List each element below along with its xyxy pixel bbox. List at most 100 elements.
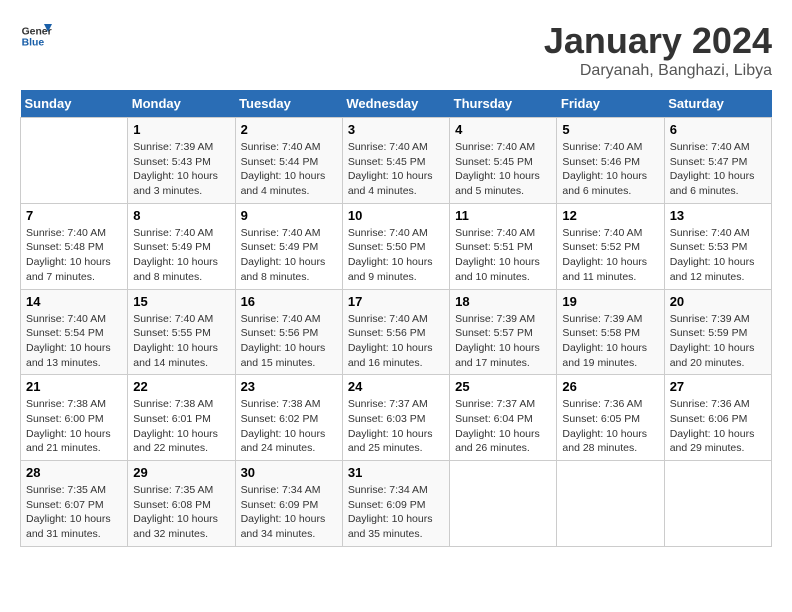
day-number: 22: [133, 379, 229, 394]
calendar-cell: 15Sunrise: 7:40 AM Sunset: 5:55 PM Dayli…: [128, 289, 235, 375]
calendar-cell: 10 Sunrise: 7:40 AM Sunset: 5:50 PM Dayli…: [342, 203, 449, 289]
calendar-body: 1 Sunrise: 7:39 AM Sunset: 5:43 PM Daylig…: [21, 118, 772, 547]
weekday-header: Tuesday: [235, 90, 342, 118]
location: Daryanah, Banghazi, Libya: [544, 62, 772, 80]
day-number: 26: [562, 379, 658, 394]
calendar-week-row: 28 Sunrise: 7:35 AM Sunset: 6:07 PM Dayli…: [21, 461, 772, 547]
title-block: January 2024 Daryanah, Banghazi, Libya: [544, 20, 772, 80]
calendar-cell: 3 Sunrise: 7:40 AM Sunset: 5:45 PM Daylig…: [342, 118, 449, 204]
day-info: Sunrise: 7:36 AM Sunset: 6:05 PM Dayligh…: [562, 397, 658, 456]
logo-icon: General Blue: [20, 20, 52, 52]
day-number: 14: [26, 294, 122, 309]
day-info: Sunrise: 7:35 AM Sunset: 6:07 PM Dayligh…: [26, 483, 122, 542]
calendar-cell: [21, 118, 128, 204]
weekday-header: Saturday: [664, 90, 771, 118]
calendar-week-row: 14 Sunrise: 7:40 AM Sunset: 5:54 PM Dayli…: [21, 289, 772, 375]
day-info: Sunrise: 7:36 AM Sunset: 6:06 PM Dayligh…: [670, 397, 766, 456]
day-info: Sunrise: 7:40 AM Sunset: 5:56 PM Dayligh…: [241, 312, 337, 371]
day-number: 9: [241, 208, 337, 223]
calendar-week-row: 7 Sunrise: 7:40 AM Sunset: 5:48 PM Daylig…: [21, 203, 772, 289]
day-info: Sunrise: 7:40 AM Sunset: 5:47 PM Dayligh…: [670, 140, 766, 199]
day-info: Sunrise: 7:34 AM Sunset: 6:09 PM Dayligh…: [348, 483, 444, 542]
day-number: 2: [241, 122, 337, 137]
calendar-cell: 26 Sunrise: 7:36 AM Sunset: 6:05 PM Dayli…: [557, 375, 664, 461]
day-number: 4: [455, 122, 551, 137]
day-number: 13: [670, 208, 766, 223]
day-number: 19: [562, 294, 658, 309]
day-number: 8: [133, 208, 229, 223]
day-info: Sunrise: 7:40 AM Sunset: 5:45 PM Dayligh…: [348, 140, 444, 199]
calendar-cell: 16 Sunrise: 7:40 AM Sunset: 5:56 PM Dayli…: [235, 289, 342, 375]
day-number: 17: [348, 294, 444, 309]
calendar-cell: 14 Sunrise: 7:40 AM Sunset: 5:54 PM Dayli…: [21, 289, 128, 375]
day-number: 18: [455, 294, 551, 309]
day-info: Sunrise: 7:34 AM Sunset: 6:09 PM Dayligh…: [241, 483, 337, 542]
day-info: Sunrise: 7:39 AM Sunset: 5:43 PM Dayligh…: [133, 140, 229, 199]
day-info: Sunrise: 7:39 AM Sunset: 5:57 PM Dayligh…: [455, 312, 551, 371]
day-info: Sunrise: 7:40 AM Sunset: 5:50 PM Dayligh…: [348, 226, 444, 285]
calendar-week-row: 1 Sunrise: 7:39 AM Sunset: 5:43 PM Daylig…: [21, 118, 772, 204]
calendar-cell: 21Sunrise: 7:38 AM Sunset: 6:00 PM Dayli…: [21, 375, 128, 461]
day-info: Sunrise: 7:40 AM Sunset: 5:48 PM Dayligh…: [26, 226, 122, 285]
day-info: Sunrise: 7:40 AM Sunset: 5:54 PM Dayligh…: [26, 312, 122, 371]
day-number: 25: [455, 379, 551, 394]
calendar-cell: 31 Sunrise: 7:34 AM Sunset: 6:09 PM Dayli…: [342, 461, 449, 547]
calendar-cell: 19 Sunrise: 7:39 AM Sunset: 5:58 PM Dayli…: [557, 289, 664, 375]
day-number: 10: [348, 208, 444, 223]
day-number: 5: [562, 122, 658, 137]
day-number: 15: [133, 294, 229, 309]
day-number: 11: [455, 208, 551, 223]
svg-text:Blue: Blue: [22, 38, 45, 49]
day-number: 6: [670, 122, 766, 137]
calendar-cell: 18 Sunrise: 7:39 AM Sunset: 5:57 PM Dayli…: [450, 289, 557, 375]
day-number: 30: [241, 465, 337, 480]
calendar-cell: 11 Sunrise: 7:40 AM Sunset: 5:51 PM Dayli…: [450, 203, 557, 289]
day-number: 7: [26, 208, 122, 223]
calendar-cell: 25 Sunrise: 7:37 AM Sunset: 6:04 PM Dayli…: [450, 375, 557, 461]
weekday-header: Friday: [557, 90, 664, 118]
day-number: 28: [26, 465, 122, 480]
day-info: Sunrise: 7:39 AM Sunset: 5:58 PM Dayligh…: [562, 312, 658, 371]
page-header: General Blue January 2024 Daryanah, Bang…: [20, 20, 772, 80]
weekday-header: Wednesday: [342, 90, 449, 118]
day-info: Sunrise: 7:37 AM Sunset: 6:03 PM Dayligh…: [348, 397, 444, 456]
calendar-cell: 22Sunrise: 7:38 AM Sunset: 6:01 PM Dayli…: [128, 375, 235, 461]
calendar-cell: 29Sunrise: 7:35 AM Sunset: 6:08 PM Dayli…: [128, 461, 235, 547]
day-number: 1: [133, 122, 229, 137]
calendar-cell: 24Sunrise: 7:37 AM Sunset: 6:03 PM Dayli…: [342, 375, 449, 461]
day-number: 3: [348, 122, 444, 137]
calendar-cell: 17 Sunrise: 7:40 AM Sunset: 5:56 PM Dayli…: [342, 289, 449, 375]
calendar-cell: 27Sunrise: 7:36 AM Sunset: 6:06 PM Dayli…: [664, 375, 771, 461]
day-info: Sunrise: 7:40 AM Sunset: 5:49 PM Dayligh…: [241, 226, 337, 285]
weekday-header: Thursday: [450, 90, 557, 118]
day-number: 16: [241, 294, 337, 309]
calendar-cell: 20 Sunrise: 7:39 AM Sunset: 5:59 PM Dayli…: [664, 289, 771, 375]
weekday-header: Sunday: [21, 90, 128, 118]
calendar-cell: 9 Sunrise: 7:40 AM Sunset: 5:49 PM Daylig…: [235, 203, 342, 289]
calendar-cell: 6 Sunrise: 7:40 AM Sunset: 5:47 PM Daylig…: [664, 118, 771, 204]
day-info: Sunrise: 7:37 AM Sunset: 6:04 PM Dayligh…: [455, 397, 551, 456]
calendar-header-row: SundayMondayTuesdayWednesdayThursdayFrid…: [21, 90, 772, 118]
day-number: 20: [670, 294, 766, 309]
calendar-cell: 30 Sunrise: 7:34 AM Sunset: 6:09 PM Dayli…: [235, 461, 342, 547]
day-info: Sunrise: 7:40 AM Sunset: 5:51 PM Dayligh…: [455, 226, 551, 285]
calendar-cell: 23 Sunrise: 7:38 AM Sunset: 6:02 PM Dayli…: [235, 375, 342, 461]
calendar-cell: [450, 461, 557, 547]
day-info: Sunrise: 7:40 AM Sunset: 5:44 PM Dayligh…: [241, 140, 337, 199]
day-info: Sunrise: 7:39 AM Sunset: 5:59 PM Dayligh…: [670, 312, 766, 371]
day-info: Sunrise: 7:40 AM Sunset: 5:56 PM Dayligh…: [348, 312, 444, 371]
calendar-cell: 7 Sunrise: 7:40 AM Sunset: 5:48 PM Daylig…: [21, 203, 128, 289]
day-info: Sunrise: 7:40 AM Sunset: 5:46 PM Dayligh…: [562, 140, 658, 199]
calendar-table: SundayMondayTuesdayWednesdayThursdayFrid…: [20, 90, 772, 547]
day-number: 31: [348, 465, 444, 480]
day-info: Sunrise: 7:40 AM Sunset: 5:45 PM Dayligh…: [455, 140, 551, 199]
day-number: 21: [26, 379, 122, 394]
weekday-header: Monday: [128, 90, 235, 118]
calendar-cell: 12Sunrise: 7:40 AM Sunset: 5:52 PM Dayli…: [557, 203, 664, 289]
day-info: Sunrise: 7:38 AM Sunset: 6:02 PM Dayligh…: [241, 397, 337, 456]
calendar-week-row: 21Sunrise: 7:38 AM Sunset: 6:00 PM Dayli…: [21, 375, 772, 461]
day-info: Sunrise: 7:35 AM Sunset: 6:08 PM Dayligh…: [133, 483, 229, 542]
month-title: January 2024: [544, 20, 772, 62]
day-number: 23: [241, 379, 337, 394]
calendar-cell: 4 Sunrise: 7:40 AM Sunset: 5:45 PM Daylig…: [450, 118, 557, 204]
